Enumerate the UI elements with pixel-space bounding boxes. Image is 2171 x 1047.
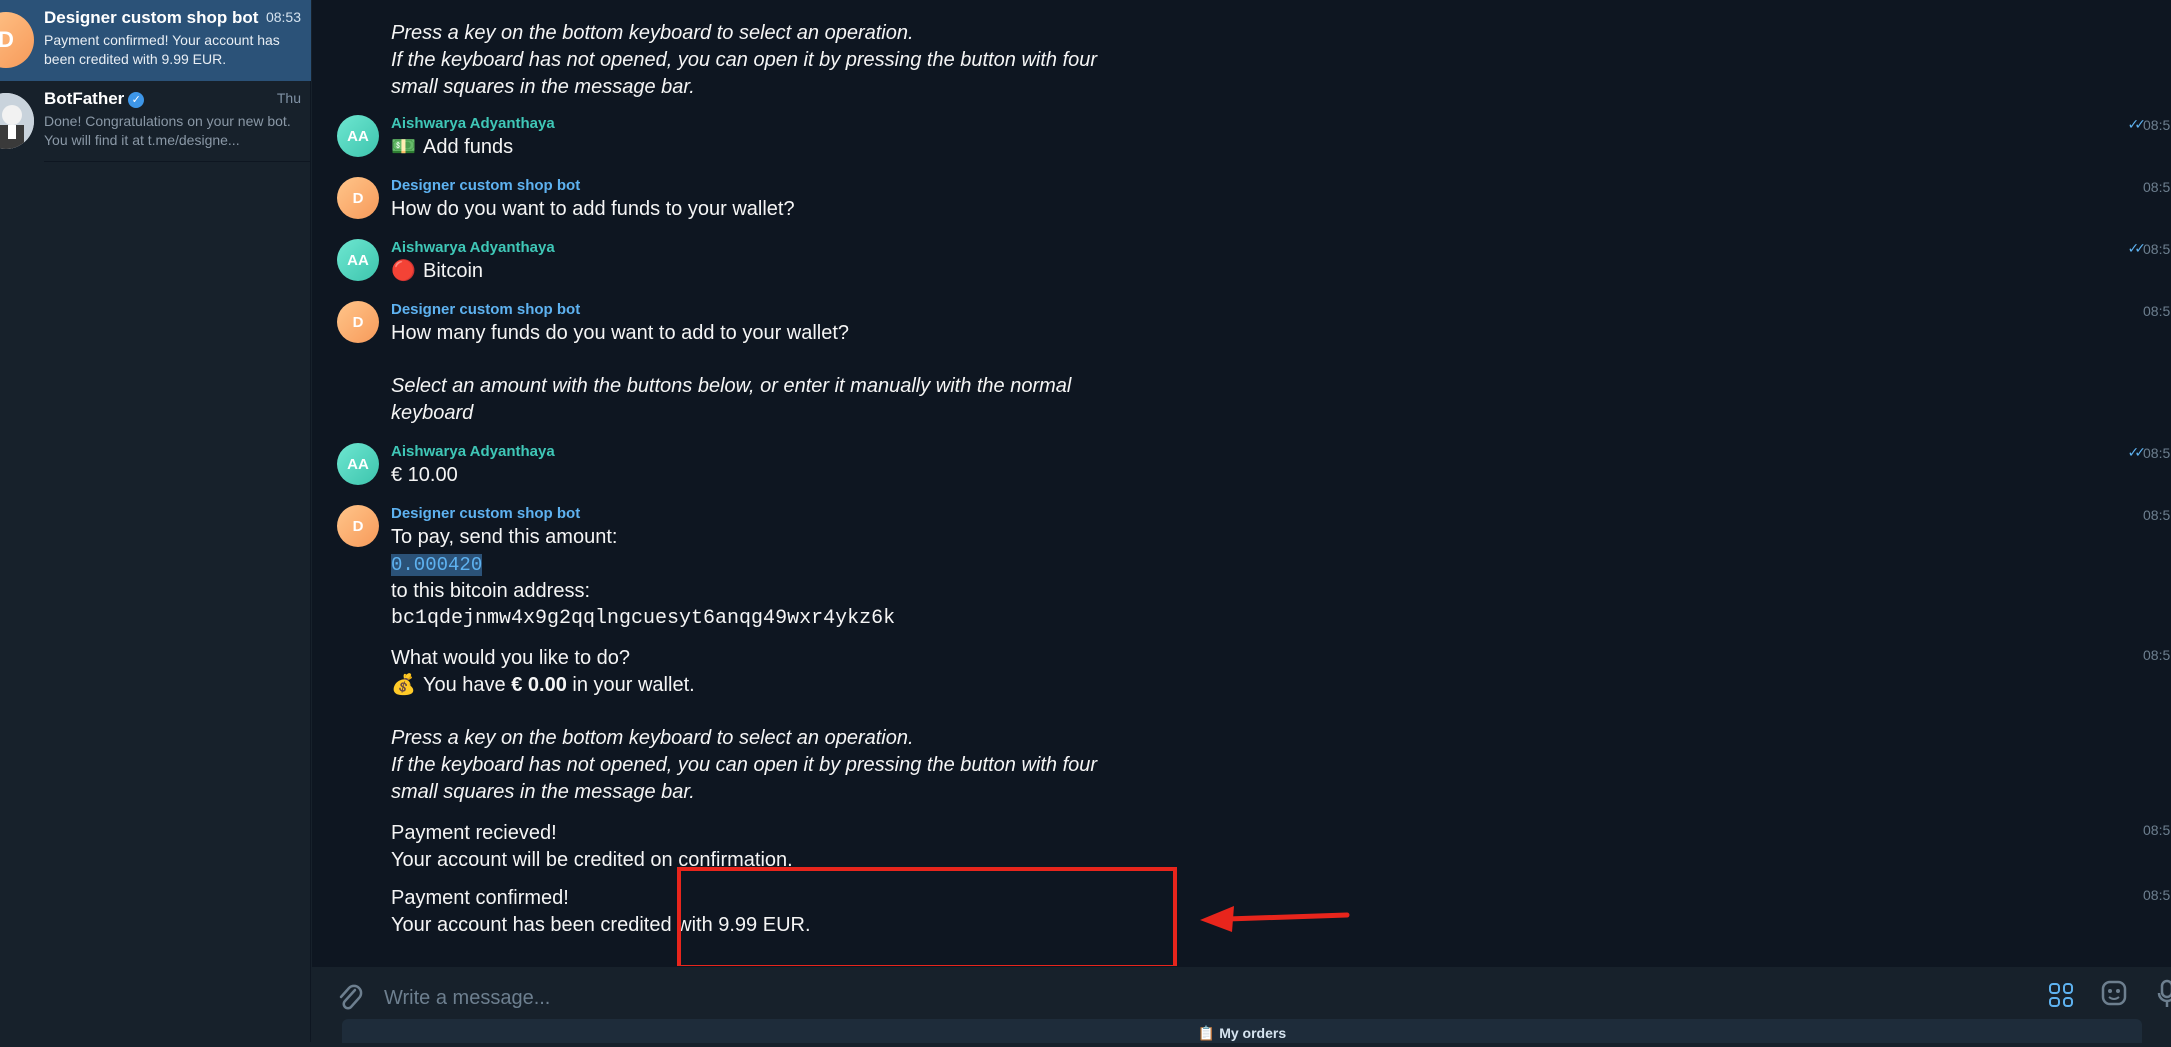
avatar [0,93,34,149]
chat-list: D Designer custom shop bot 08:53 Payment… [0,0,311,1042]
money-bag-icon: 💰 [391,674,416,696]
chat-window: Press a key on the bottom keyboard to se… [312,0,2171,1042]
message-text: What would you like to do? [391,647,631,669]
chat-preview: Done! Congratulations on your new bot. Y… [44,113,291,148]
sticker-icon[interactable] [2100,979,2128,1014]
avatar: D [0,12,34,68]
message-text: Payment recieved! [391,822,557,844]
keyboard-button-my-orders[interactable]: 📋 My orders [342,1019,2142,1043]
chat-name: BotFather ✓ [44,89,145,109]
money-icon: 💵 [391,136,416,158]
sender-name[interactable]: Designer custom shop bot [391,177,580,194]
sender-name[interactable]: Designer custom shop bot [391,301,580,318]
chat-name: Designer custom shop bot [44,8,259,27]
message-time: 08:5 [2143,887,2171,903]
message-text: small squares in the message bar. [391,781,695,803]
message-text: How many funds do you want to add to you… [391,322,850,344]
avatar[interactable]: D [337,505,379,547]
verified-icon: ✓ [128,91,145,108]
message-text: How do you want to add funds to your wal… [391,198,795,220]
sender-name[interactable]: Aishwarya Adyanthaya [391,115,555,132]
message-text: 🔴 Bitcoin [391,258,483,285]
bitcoin-icon: 🔴 [391,260,416,282]
message-time: 08:5 [2143,507,2171,523]
message-time: 08:5 [2143,241,2171,257]
sender-name[interactable]: Aishwarya Adyanthaya [391,239,555,256]
chat-preview: Payment confirmed! Your account has been… [44,32,280,67]
message-text: Select an amount with the buttons below,… [391,375,1072,397]
message-text: Press a key on the bottom keyboard to se… [391,727,914,749]
avatar[interactable]: AA [337,443,379,485]
highlight-box [677,867,1177,969]
payment-amount[interactable]: 0.000420 [391,551,483,579]
bitcoin-address[interactable]: bc1qdejnmw4x9g2qqlngcuesyt6anqg49wxr4ykz… [391,605,895,632]
message-time: 08:5 [2143,647,2171,663]
bot-keyboard-icon[interactable] [2047,981,2075,1009]
chat-item-designer-bot[interactable]: D Designer custom shop bot 08:53 Payment… [0,0,311,81]
wallet-balance: 💰 You have € 0.00 in your wallet. [391,672,695,699]
microphone-icon[interactable] [2157,979,2171,1016]
message-text: keyboard [391,402,474,424]
double-check-icon: ✓✓ [2127,116,2147,132]
message-input[interactable] [382,982,1686,1014]
message-time: 08:5 [2143,303,2171,319]
avatar[interactable]: AA [337,115,379,157]
chat-time: Thu [276,90,301,106]
message-text: to this bitcoin address: [391,580,590,602]
message-time: 08:5 [2143,445,2171,461]
message-text: € 10.00 [391,464,458,486]
arrow-icon [1200,906,1350,932]
double-check-icon: ✓✓ [2127,240,2147,256]
avatar[interactable]: D [337,301,379,343]
message-text: To pay, send this amount: [391,526,618,548]
message-text: If the keyboard has not opened, you can … [391,754,1098,776]
message-text: If the keyboard has not opened, you can … [391,49,1098,71]
divider [44,161,311,162]
message-time: 08:5 [2143,822,2171,838]
message-text: Payment confirmed! [391,887,569,909]
avatar[interactable]: D [337,177,379,219]
chat-time: 08:53 [265,9,301,25]
message-text: small squares in the message bar. [391,76,695,98]
sender-name[interactable]: Aishwarya Adyanthaya [391,443,555,460]
message-time: 08:5 [2143,179,2171,195]
message-time: 08:5 [2143,117,2171,133]
chat-item-botfather[interactable]: BotFather ✓ Thu Done! Congratulations on … [0,81,311,162]
message-text: 💵 Add funds [391,134,513,161]
double-check-icon: ✓✓ [2127,444,2147,460]
sender-name[interactable]: Designer custom shop bot [391,505,580,522]
attach-icon[interactable] [337,982,363,1019]
message-composer: 📋 My orders [312,966,2171,1043]
message-text: Press a key on the bottom keyboard to se… [391,22,914,44]
avatar[interactable]: AA [337,239,379,281]
